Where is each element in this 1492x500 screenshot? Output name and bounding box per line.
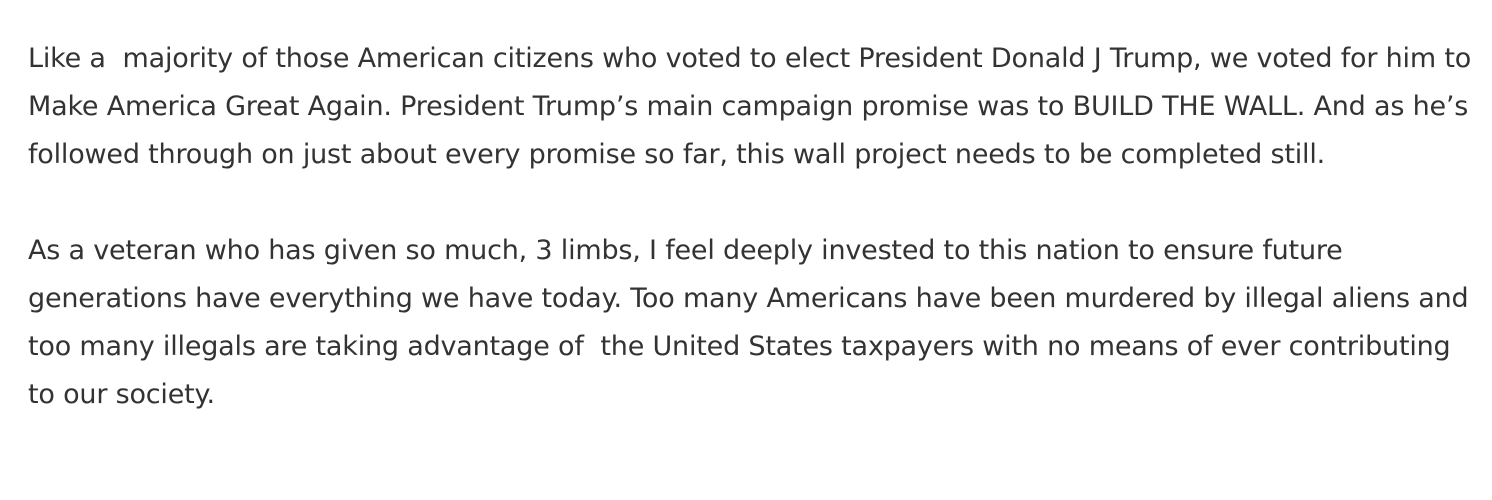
- article-body: Like a majority of those American citize…: [28, 35, 1478, 419]
- paragraph-2: As a veteran who has given so much, 3 li…: [28, 235, 1477, 410]
- paragraph-1: Like a majority of those American citize…: [28, 43, 1480, 170]
